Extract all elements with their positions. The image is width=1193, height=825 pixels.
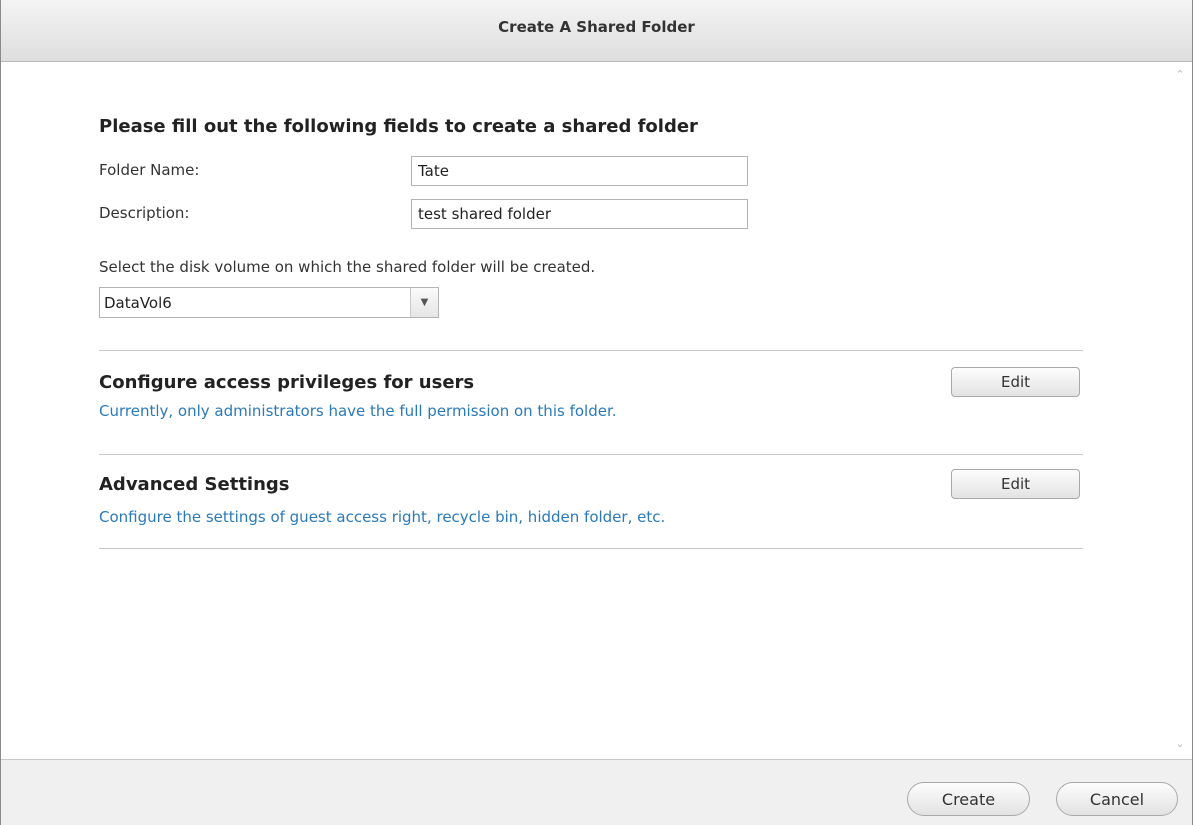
description-label: Description: — [99, 204, 190, 222]
scroll-up-icon[interactable]: ⌃ — [1174, 69, 1186, 81]
description-input[interactable] — [411, 199, 748, 229]
section-divider — [99, 454, 1083, 455]
section-divider — [99, 350, 1083, 351]
section-divider — [99, 548, 1083, 549]
scroll-down-icon[interactable]: ⌄ — [1174, 738, 1186, 750]
dialog-title: Create A Shared Folder — [498, 17, 695, 36]
advanced-settings-edit-button[interactable]: Edit — [951, 469, 1080, 499]
access-privileges-title: Configure access privileges for users — [99, 372, 475, 393]
access-privileges-edit-button[interactable]: Edit — [951, 367, 1080, 397]
dialog-titlebar: Create A Shared Folder — [1, 0, 1192, 62]
chevron-down-icon[interactable]: ▼ — [410, 288, 438, 317]
create-shared-folder-dialog: Create A Shared Folder ⌃ ⌄ Please fill o… — [0, 0, 1193, 825]
access-privileges-description: Currently, only administrators have the … — [99, 402, 617, 420]
disk-volume-select[interactable]: DataVol6 ▼ — [99, 287, 439, 318]
volume-hint: Select the disk volume on which the shar… — [99, 258, 596, 276]
dialog-footer: Create Cancel — [1, 759, 1192, 825]
advanced-settings-description: Configure the settings of guest access r… — [99, 508, 666, 526]
cancel-button[interactable]: Cancel — [1056, 782, 1178, 816]
form-heading: Please fill out the following fields to … — [99, 116, 698, 137]
advanced-settings-title: Advanced Settings — [99, 474, 290, 495]
create-button[interactable]: Create — [907, 782, 1030, 816]
disk-volume-value: DataVol6 — [104, 293, 172, 312]
folder-name-label: Folder Name: — [99, 161, 200, 179]
folder-name-input[interactable] — [411, 156, 748, 186]
